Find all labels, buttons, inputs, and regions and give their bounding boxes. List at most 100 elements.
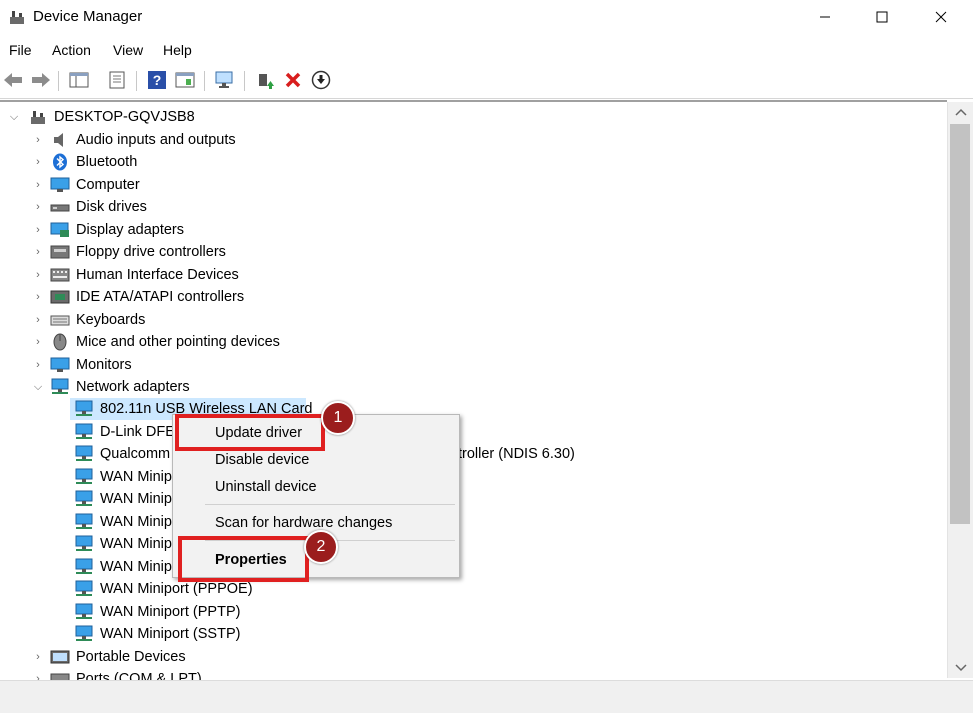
network-adapter-icon [75, 400, 93, 416]
network-child-item[interactable]: WAN Minip [74, 533, 172, 555]
tree-item-label: Computer [76, 177, 140, 193]
scrollbar-thumb[interactable] [950, 124, 970, 524]
scroll-up-icon[interactable] [955, 108, 967, 116]
tree-item-bluetooth[interactable]: › Bluetooth [32, 151, 137, 173]
tree-item-ports[interactable]: › Ports (COM & LPT) [32, 668, 202, 680]
disk-drive-icon [50, 204, 70, 212]
tree-item-keyboards[interactable]: › Keyboards [32, 309, 145, 331]
bluetooth-icon [53, 153, 67, 171]
maximize-icon [876, 11, 888, 23]
close-icon [935, 11, 947, 23]
tree-item-audio[interactable]: › Audio inputs and outputs [32, 129, 235, 151]
network-child-item[interactable]: WAN Minip [74, 466, 172, 488]
tree-root[interactable]: ⌵ DESKTOP-GQVJSB8 [8, 106, 195, 128]
window-title: Device Manager [33, 8, 143, 25]
tree-item-label: Keyboards [76, 312, 146, 328]
minimize-icon [820, 16, 830, 18]
uninstall-button[interactable] [282, 69, 304, 91]
minimize-button[interactable] [796, 0, 854, 34]
vertical-scrollbar[interactable] [947, 102, 973, 678]
tree-item-label-suffix: troller (NDIS 6.30) [458, 446, 575, 462]
computer-root-icon [31, 111, 45, 124]
tree-item-network-adapters[interactable]: ⌵ Network adapters [32, 376, 190, 398]
tree-item-computer[interactable]: › Computer [32, 174, 140, 196]
menu-view[interactable]: View [113, 42, 143, 58]
chevron-right-icon[interactable]: › [32, 201, 44, 213]
scroll-down-icon[interactable] [955, 664, 967, 672]
chevron-right-icon[interactable]: › [32, 673, 44, 680]
chevron-right-icon[interactable]: › [32, 359, 44, 371]
network-adapter-icon [75, 513, 93, 529]
chevron-right-icon[interactable]: › [32, 134, 44, 146]
tree-root-label: DESKTOP-GQVJSB8 [54, 109, 195, 125]
tree-item-display-adapters[interactable]: › Display adapters [32, 219, 184, 241]
menu-file[interactable]: File [9, 42, 32, 58]
menu-action[interactable]: Action [52, 42, 91, 58]
network-child-item[interactable]: WAN Miniport (PPTP) [74, 601, 240, 623]
chevron-down-icon[interactable]: ⌵ [32, 381, 44, 394]
toolbar-separator [136, 71, 137, 91]
chevron-right-icon[interactable]: › [32, 314, 44, 326]
tree-item-floppy[interactable]: › Floppy drive controllers [32, 241, 226, 263]
properties-button[interactable] [106, 69, 128, 91]
context-scan-hardware[interactable]: Scan for hardware changes [215, 515, 392, 531]
back-button[interactable] [2, 69, 24, 91]
network-child-item[interactable]: WAN Minip [74, 511, 172, 533]
help-button[interactable]: ? [146, 69, 168, 91]
close-button[interactable] [912, 0, 970, 34]
network-child-item[interactable]: WAN Minip [74, 488, 172, 510]
tree-item-label: Display adapters [76, 222, 184, 238]
svg-text:?: ? [153, 72, 162, 88]
chevron-right-icon[interactable]: › [32, 291, 44, 303]
network-child-item[interactable]: Qualcomm [74, 443, 170, 465]
chevron-down-icon[interactable]: ⌵ [8, 111, 20, 124]
update-driver-button[interactable] [254, 69, 276, 91]
chevron-right-icon[interactable]: › [32, 156, 44, 168]
device-tree: ⌵ DESKTOP-GQVJSB8 › Audio inputs and out… [0, 100, 947, 680]
menu-help[interactable]: Help [163, 42, 192, 58]
toolbar-separator [244, 71, 245, 91]
tree-item-disk-drives[interactable]: › Disk drives [32, 196, 147, 218]
title-bar: Device Manager [0, 0, 973, 36]
chevron-right-icon[interactable]: › [32, 269, 44, 281]
context-uninstall-device[interactable]: Uninstall device [215, 479, 317, 495]
maximize-button[interactable] [853, 0, 911, 34]
display-adapter-icon [50, 222, 69, 237]
speaker-icon [54, 133, 63, 147]
network-child-item[interactable]: D-Link DFE [74, 421, 175, 443]
highlight-properties [178, 536, 309, 582]
keyboard-icon [50, 315, 70, 326]
action-pane-button[interactable] [174, 69, 196, 91]
chevron-right-icon[interactable]: › [32, 224, 44, 236]
mouse-icon [53, 333, 67, 351]
properties-icon [109, 71, 125, 89]
context-disable-device[interactable]: Disable device [215, 452, 309, 468]
tree-item-monitors[interactable]: › Monitors [32, 354, 131, 376]
highlight-update-driver [175, 414, 325, 451]
forward-button[interactable] [30, 69, 52, 91]
port-icon [50, 673, 70, 680]
chevron-right-icon[interactable]: › [32, 179, 44, 191]
tree-item-label: IDE ATA/ATAPI controllers [76, 289, 245, 305]
network-child-item[interactable]: WAN Minip [74, 556, 172, 578]
network-child-item[interactable]: WAN Miniport (SSTP) [74, 623, 240, 645]
tree-item-label: Human Interface Devices [76, 267, 239, 283]
monitor-icon [215, 71, 233, 88]
network-adapter-icon [75, 558, 93, 574]
console-tree-button[interactable] [68, 69, 90, 91]
tree-item-portable-devices[interactable]: › Portable Devices [32, 646, 185, 668]
chevron-right-icon[interactable]: › [32, 651, 44, 663]
scan-hardware-button[interactable] [214, 69, 236, 91]
tree-item-mice[interactable]: › Mice and other pointing devices [32, 331, 280, 353]
chevron-right-icon[interactable]: › [32, 246, 44, 258]
chevron-right-icon[interactable]: › [32, 336, 44, 348]
tree-item-label: Qualcomm [100, 446, 171, 462]
forward-icon [32, 73, 50, 87]
enable-device-button[interactable] [310, 69, 332, 91]
action-pane-icon [175, 72, 195, 88]
tree-item-ide[interactable]: › IDE ATA/ATAPI controllers [32, 286, 244, 308]
context-separator [205, 504, 455, 505]
computer-icon [50, 177, 70, 192]
tree-item-hid[interactable]: › Human Interface Devices [32, 264, 239, 286]
network-adapter-icon [75, 423, 93, 439]
